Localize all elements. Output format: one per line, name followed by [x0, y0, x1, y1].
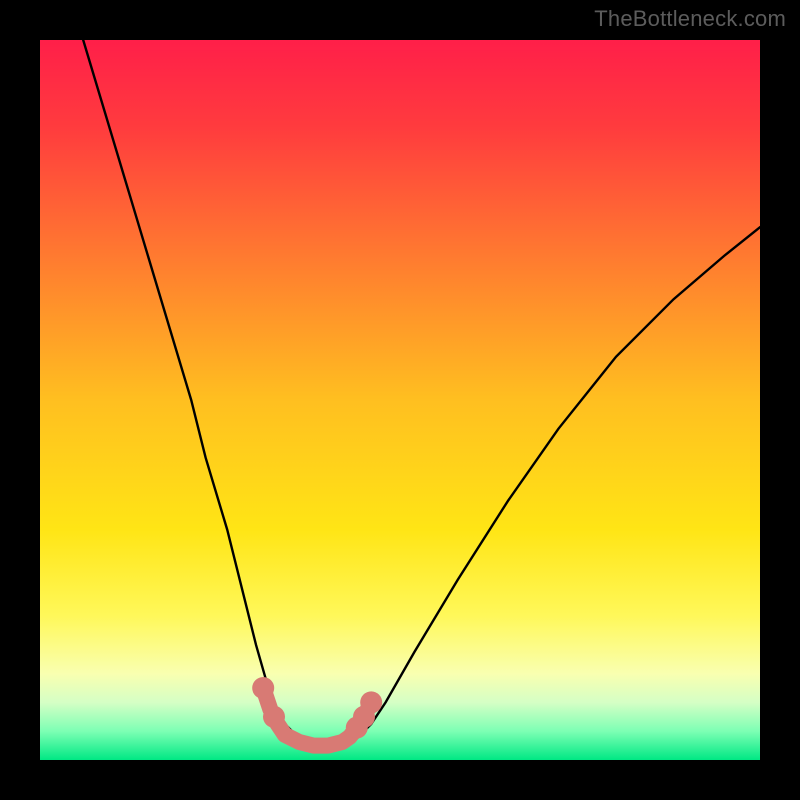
plot-area — [40, 40, 760, 760]
chart-frame: TheBottleneck.com — [0, 0, 800, 800]
highlight-dot — [252, 677, 274, 699]
plot-svg — [40, 40, 760, 760]
highlight-dot — [360, 691, 382, 713]
highlight-dot — [263, 706, 285, 728]
watermark-text: TheBottleneck.com — [594, 6, 786, 32]
gradient-background — [40, 40, 760, 760]
